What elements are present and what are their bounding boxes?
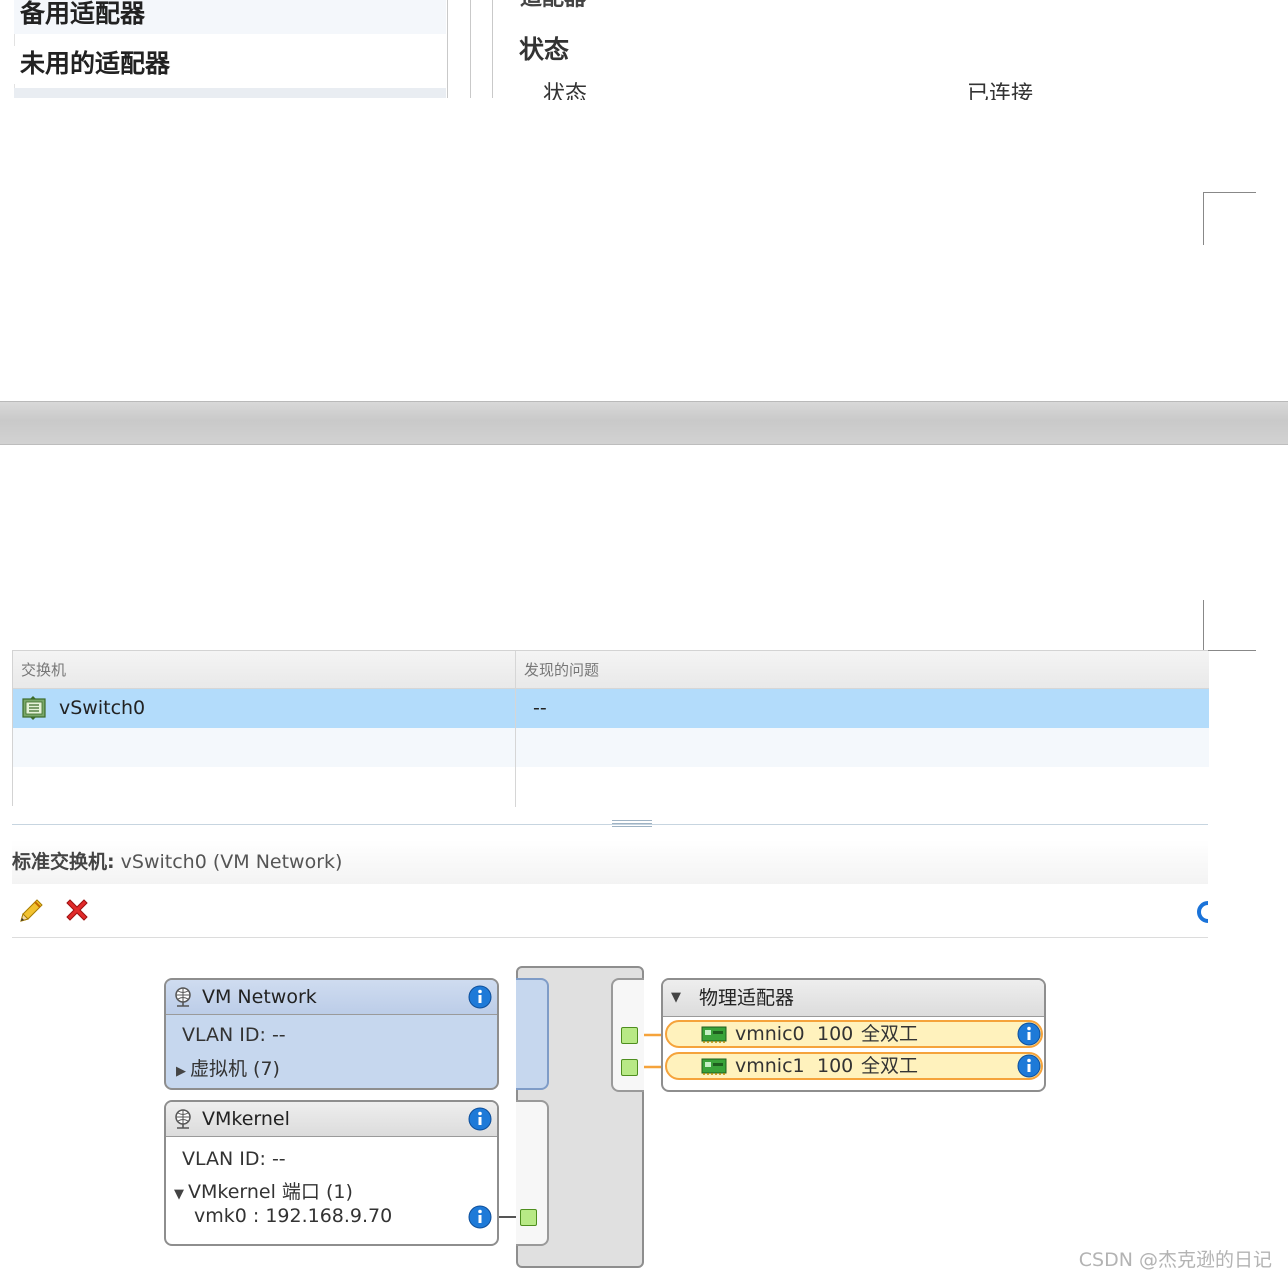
pane-splitter[interactable] bbox=[12, 820, 1208, 827]
edit-pencil-icon[interactable] bbox=[16, 896, 46, 926]
info-icon[interactable] bbox=[468, 1205, 492, 1229]
network-globe-icon bbox=[172, 1107, 196, 1131]
vswitch-port-slot bbox=[516, 978, 549, 1090]
info-icon[interactable] bbox=[468, 1107, 492, 1131]
nic-row-vmnic1[interactable]: vmnic1 100 全双工 bbox=[665, 1052, 1043, 1080]
portgroup-name: VM Network bbox=[202, 986, 317, 1008]
issues-value: -- bbox=[533, 697, 547, 719]
detail-title: 标准交换机: vSwitch0 (VM Network) bbox=[12, 840, 1208, 884]
watermark: CSDN @杰克逊的日记 bbox=[1078, 1249, 1272, 1271]
uplink-port-connector bbox=[621, 1027, 638, 1044]
physical-adapters-panel[interactable]: ▼ 物理适配器 vmnic0 100 全双工 vmnic1 100 全双工 bbox=[661, 978, 1046, 1092]
toolbar bbox=[12, 888, 1208, 938]
panel-divider bbox=[447, 0, 448, 98]
nic-speed: 100 bbox=[817, 1023, 854, 1045]
partial-heading: 适配器 bbox=[520, 0, 586, 12]
nic-duplex: 全双工 bbox=[861, 1055, 919, 1077]
triangle-down-icon: ▼ bbox=[174, 1187, 184, 1202]
info-icon[interactable] bbox=[1017, 1054, 1041, 1078]
table-row bbox=[13, 767, 1209, 806]
status-label: 状态 bbox=[543, 82, 588, 100]
detail-title-prefix: 标准交换机: bbox=[12, 851, 115, 873]
vm-list-toggle[interactable]: ▶ 虚拟机 (7) bbox=[176, 1054, 280, 1081]
portgroup-name: VMkernel bbox=[202, 1108, 290, 1130]
column-header-switch[interactable]: 交换机 bbox=[13, 651, 515, 689]
portgroup-vmkernel[interactable]: VMkernel VLAN ID: -- ▼ VMkernel 端口 (1) vm… bbox=[164, 1100, 499, 1246]
nic-name: vmnic1 bbox=[735, 1055, 805, 1077]
delete-x-icon[interactable] bbox=[62, 896, 92, 926]
network-globe-icon bbox=[172, 985, 196, 1009]
vmk-port-connector bbox=[520, 1209, 537, 1226]
triangle-down-icon[interactable]: ▼ bbox=[671, 980, 681, 1016]
sidebar-item-unused-adapters[interactable]: 未用的适配器 bbox=[14, 46, 446, 84]
portgroup-header: VMkernel bbox=[166, 1102, 497, 1137]
vlan-id: VLAN ID: -- bbox=[182, 1148, 286, 1170]
portgroup-vm-network[interactable]: VM Network VLAN ID: -- ▶ 虚拟机 (7) bbox=[164, 978, 499, 1090]
info-icon[interactable] bbox=[468, 985, 492, 1009]
vswitch-icon bbox=[21, 689, 51, 728]
physical-adapters-header: ▼ 物理适配器 bbox=[663, 980, 1044, 1017]
table-row bbox=[13, 728, 1209, 767]
nic-speed: 100 bbox=[817, 1055, 854, 1077]
nic-card-icon bbox=[701, 1057, 727, 1081]
vmkernel-port-toggle[interactable]: ▼ VMkernel 端口 (1) bbox=[174, 1177, 353, 1204]
panel-divider bbox=[470, 0, 471, 98]
portgroup-header: VM Network bbox=[166, 980, 497, 1015]
section-heading-status: 状态 bbox=[519, 35, 570, 64]
status-value: 已连接 bbox=[967, 82, 1034, 100]
nic-duplex: 全双工 bbox=[861, 1023, 919, 1045]
uplink-port-connector bbox=[621, 1059, 638, 1076]
topology-diagram: VM Network VLAN ID: -- ▶ 虚拟机 (7) VMkernel… bbox=[0, 960, 1288, 1278]
corner-marker bbox=[1203, 600, 1256, 651]
sidebar-item-partial bbox=[14, 88, 446, 98]
switch-name: vSwitch0 bbox=[59, 697, 146, 719]
nic-card-icon bbox=[701, 1025, 727, 1049]
detail-title-name: vSwitch0 (VM Network) bbox=[120, 851, 343, 873]
vmk-port-entry[interactable]: vmk0 : 192.168.9.70 bbox=[194, 1205, 392, 1227]
sidebar-item-standby-adapters[interactable]: 备用适配器 bbox=[14, 0, 446, 34]
triangle-right-icon: ▶ bbox=[176, 1064, 186, 1079]
nic-name: vmnic0 bbox=[735, 1023, 805, 1045]
table-row-selected[interactable]: vSwitch0 -- bbox=[13, 689, 1209, 728]
info-icon[interactable] bbox=[1017, 1022, 1041, 1046]
nic-row-vmnic0[interactable]: vmnic0 100 全双工 bbox=[665, 1020, 1043, 1048]
separator-band bbox=[0, 401, 1288, 445]
refresh-icon[interactable] bbox=[1196, 900, 1208, 924]
top-fragment: 备用适配器 未用的适配器 适配器 状态 状态 已连接 bbox=[0, 0, 1288, 100]
physical-adapters-title: 物理适配器 bbox=[699, 987, 795, 1009]
panel-divider bbox=[492, 0, 493, 98]
switch-table: 交换机 发现的问题 vSwitch0 -- bbox=[12, 650, 1209, 807]
vlan-id: VLAN ID: -- bbox=[182, 1024, 286, 1046]
corner-marker bbox=[1203, 192, 1256, 245]
column-header-issues[interactable]: 发现的问题 bbox=[515, 651, 1209, 689]
